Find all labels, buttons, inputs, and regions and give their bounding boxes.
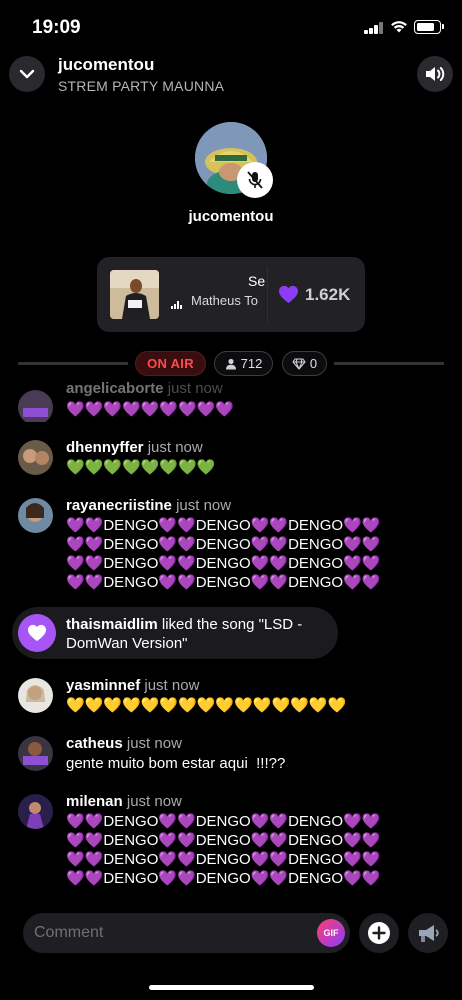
song-liked-event: thaismaidlim liked the song "LSD - DomWa… bbox=[12, 607, 338, 659]
playing-indicator-icon bbox=[171, 301, 183, 309]
listeners-count: 712 bbox=[240, 356, 263, 371]
chat-time: just now bbox=[144, 677, 200, 694]
chat-time: just now bbox=[147, 439, 203, 456]
signal-icon bbox=[364, 22, 384, 34]
avatar[interactable] bbox=[18, 794, 53, 829]
chat-username[interactable]: catheus bbox=[66, 735, 123, 752]
on-air-badge: ON AIR bbox=[135, 351, 206, 376]
mic-muted-badge bbox=[237, 162, 273, 198]
gif-button[interactable]: GIF bbox=[317, 919, 345, 947]
room-title: jucomentou bbox=[58, 55, 155, 74]
listeners-badge[interactable]: 712 bbox=[214, 351, 273, 376]
megaphone-icon bbox=[419, 925, 439, 942]
diamond-icon bbox=[292, 357, 306, 370]
chat-username[interactable]: yasminnef bbox=[66, 677, 140, 694]
album-art bbox=[110, 270, 159, 319]
person-icon bbox=[225, 358, 236, 369]
chat-time: just now bbox=[176, 497, 232, 514]
gems-badge[interactable]: 0 bbox=[282, 351, 327, 376]
song-artist: Matheus To bbox=[191, 293, 258, 308]
comment-input[interactable]: Comment GIF bbox=[23, 913, 350, 953]
avatar[interactable] bbox=[18, 390, 53, 422]
divider bbox=[334, 362, 444, 365]
add-button[interactable] bbox=[359, 913, 399, 953]
avatar[interactable] bbox=[18, 498, 53, 533]
chat-text: 💜💜💜💜💜💜💜💜💜 bbox=[66, 401, 235, 418]
chat-text: gente muito bom estar aqui !!!?? bbox=[66, 755, 286, 772]
avatar[interactable] bbox=[18, 678, 53, 713]
volume-button[interactable] bbox=[417, 56, 453, 92]
liked-username[interactable]: thaismaidlim bbox=[66, 616, 158, 633]
plus-circle-icon bbox=[368, 922, 390, 944]
chat-username[interactable]: dhennyffer bbox=[66, 439, 144, 456]
room-subtitle: STREM PARTY MAUNNA bbox=[58, 78, 225, 94]
speaker-icon bbox=[426, 67, 445, 81]
chat-time: just now bbox=[126, 735, 182, 752]
sound-effects-button[interactable] bbox=[408, 913, 448, 953]
gems-count: 0 bbox=[309, 356, 318, 371]
chat-username[interactable]: angelicaborte bbox=[66, 380, 164, 397]
now-playing-card[interactable]: Se Matheus To 1.62K bbox=[97, 257, 365, 332]
chat-username[interactable]: milenan bbox=[66, 793, 123, 810]
chat-message: angelicaborte just now 💜💜💜💜💜💜💜💜💜 bbox=[18, 378, 448, 422]
chat-username[interactable]: rayanecriistine bbox=[66, 497, 172, 514]
chat-text: 💚💚💚💚💚💚💚💚 bbox=[66, 459, 216, 476]
comment-placeholder: Comment bbox=[34, 924, 104, 941]
avatar[interactable] bbox=[18, 736, 53, 771]
heart-icon bbox=[18, 614, 56, 652]
collapse-button[interactable] bbox=[9, 56, 45, 92]
battery-icon bbox=[414, 20, 441, 34]
mic-off-icon bbox=[247, 171, 263, 189]
chat-time: just now bbox=[126, 793, 182, 810]
status-bar: 19:09 bbox=[0, 0, 462, 54]
host-name: jucomentou bbox=[188, 208, 274, 225]
status-time: 19:09 bbox=[32, 17, 81, 38]
chevron-down-icon bbox=[19, 69, 35, 79]
chat-time: just now bbox=[167, 380, 223, 397]
wifi-icon bbox=[391, 21, 407, 33]
chat-text: 💜💜DENGO💜💜DENGO💜💜DENGO💜💜 💜💜DENGO💜💜DENGO💜💜… bbox=[66, 517, 381, 591]
song-title: Se bbox=[248, 273, 266, 289]
chat-text: 💛💛💛💛💛💛💛💛💛💛💛💛💛💛💛 bbox=[66, 697, 347, 714]
chat-text: 💜💜DENGO💜💜DENGO💜💜DENGO💜💜 💜💜DENGO💜💜DENGO💜💜… bbox=[66, 813, 381, 887]
avatar[interactable] bbox=[18, 440, 53, 475]
divider bbox=[18, 362, 128, 365]
song-likes-count: 1.62K bbox=[305, 285, 351, 304]
heart-icon[interactable] bbox=[278, 285, 299, 304]
home-indicator[interactable] bbox=[149, 985, 314, 990]
